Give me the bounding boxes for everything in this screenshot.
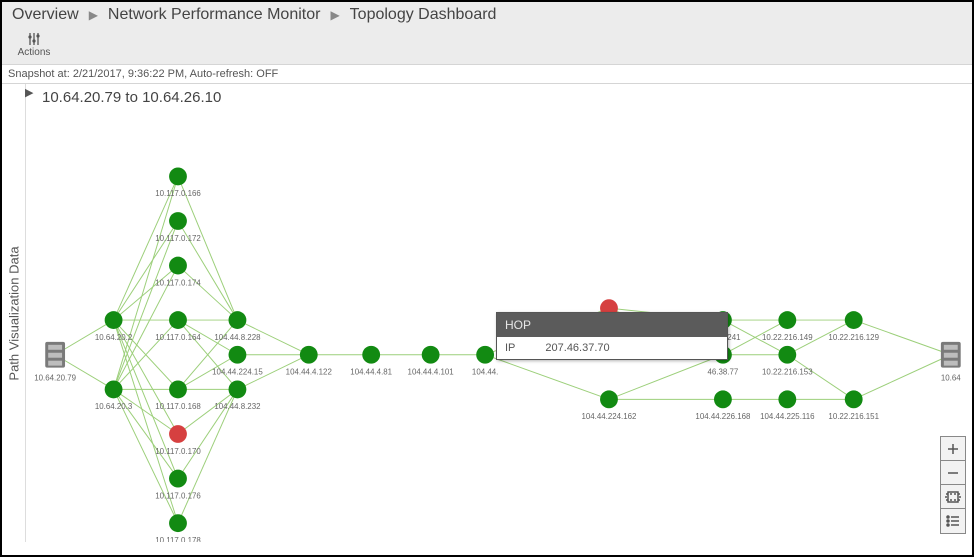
hop-node[interactable]: 10.117.0.168 [155,381,201,412]
hop-node[interactable] [600,299,618,317]
crumb-overview[interactable]: Overview [12,6,79,24]
zoom-out-button[interactable] [941,461,965,485]
svg-text:10.64.20.3: 10.64.20.3 [95,402,133,411]
hop-node[interactable]: 104.44.8.228 [214,311,261,342]
crumb-topology[interactable]: Topology Dashboard [350,6,497,24]
svg-text:10.22.216.149: 10.22.216.149 [762,333,813,342]
svg-text:104.44.4.81: 104.44.4.81 [350,368,392,377]
svg-text:10.117.0.166: 10.117.0.166 [155,189,201,198]
svg-text:104.44.8.232: 104.44.8.232 [214,402,260,411]
hop-node[interactable]: 10.117.0.164 [155,311,201,342]
topology-graph[interactable]: 10.64.20.79 10.64 10.64.20.2 10.64.20.3 10.1… [26,112,972,542]
svg-text:104.44.225.116: 104.44.225.116 [760,412,815,421]
svg-text:10.117.0.164: 10.117.0.164 [155,333,201,342]
svg-text:10.22.216.129: 10.22.216.129 [828,333,879,342]
sliders-icon [26,31,42,47]
hop-node[interactable]: 104.44.225.116 [760,390,815,421]
svg-text:10.64.20.2: 10.64.20.2 [95,333,132,342]
hop-node[interactable]: 10.22.216.151 [828,390,879,421]
svg-text:104.44.4.122: 104.44.4.122 [286,368,332,377]
svg-text:104.44.224.15: 104.44.224.15 [212,368,263,377]
snapshot-status: Snapshot at: 2/21/2017, 9:36:22 PM, Auto… [2,65,972,84]
svg-text:10.117.0.168: 10.117.0.168 [155,402,201,411]
host-node[interactable]: 10.64 [941,342,961,383]
hop-node[interactable]: 10.22.216.153 [762,346,813,377]
hop-node[interactable]: 104.44.4.101 [408,346,455,377]
svg-text:10.64: 10.64 [941,374,961,383]
svg-text:104.44.226.168: 104.44.226.168 [695,412,751,421]
actions-button[interactable]: Actions [2,27,52,64]
hop-node[interactable]: 104.44.4.81 [350,346,392,377]
hop-node[interactable]: 10.64.20.2 [95,311,132,342]
svg-text:10.22.216.153: 10.22.216.153 [762,368,813,377]
hop-node[interactable]: 104.44. [472,346,498,377]
zoom-in-button[interactable] [941,437,965,461]
svg-text:10.64.20.79: 10.64.20.79 [34,374,76,383]
path-title: 10.64.20.79 to 10.64.26.10 [42,89,221,106]
hop-node[interactable]: 104.44.4.122 [286,346,332,377]
hop-node[interactable]: 10.117.0.166 [155,167,201,198]
hop-node[interactable]: 10.22.216.149 [762,311,813,342]
svg-text:46.38.77: 46.38.77 [708,368,739,377]
chevron-right-icon: ▶ [89,8,98,22]
svg-text:104.44.: 104.44. [472,368,498,377]
hop-node[interactable]: 10.64.20.3 [95,381,133,412]
hop-node[interactable]: 10.117.0.178 [155,514,201,542]
svg-text:10.117.0.172: 10.117.0.172 [155,234,201,243]
hop-node[interactable]: 10.117.0.172 [155,212,201,243]
host-node[interactable]: 10.64.20.79 [34,342,76,383]
breadcrumb: Overview ▶ Network Performance Monitor ▶… [2,2,972,27]
svg-text:10.117.0.170: 10.117.0.170 [155,447,201,456]
expand-panel-button[interactable]: ▶ [25,86,39,100]
hop-node[interactable]: 104.44.226.168 [695,390,751,421]
svg-text:4.225.241: 4.225.241 [705,333,741,342]
svg-text:104.44.224.162: 104.44.224.162 [581,412,636,421]
svg-text:10.117.0.178: 10.117.0.178 [155,536,201,542]
svg-text:104.44.8.228: 104.44.8.228 [214,333,261,342]
chevron-right-icon: ▶ [330,8,339,22]
svg-text:104.44.4.101: 104.44.4.101 [408,368,455,377]
hop-node[interactable]: 104.44.224.162 [581,390,636,421]
zoom-list-button[interactable] [941,509,965,533]
zoom-fit-button[interactable] [941,485,965,509]
actions-label: Actions [18,47,51,58]
svg-text:10.117.0.174: 10.117.0.174 [155,278,201,287]
hop-node[interactable]: 104.44.8.232 [214,381,260,412]
svg-text:10.22.216.151: 10.22.216.151 [828,412,879,421]
side-panel-label: Path Visualization Data [4,84,26,542]
svg-text:10.117.0.176: 10.117.0.176 [155,491,201,500]
hop-node[interactable]: 104.44.224.15 [212,346,263,377]
zoom-controls [940,436,966,534]
crumb-npm[interactable]: Network Performance Monitor [108,6,321,24]
